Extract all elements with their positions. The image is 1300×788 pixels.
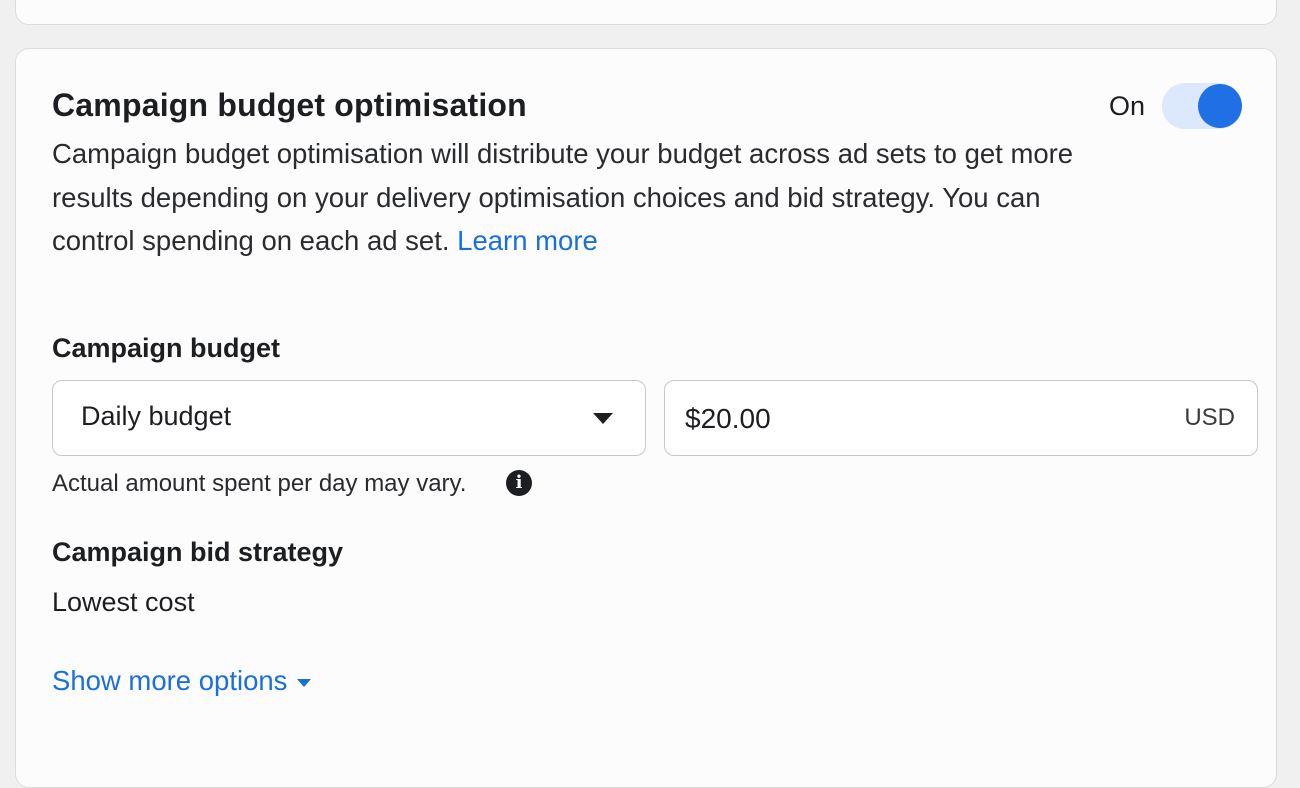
toggle-state-label: On xyxy=(1109,91,1146,121)
budget-type-dropdown[interactable]: Daily budget xyxy=(52,380,646,456)
currency-label: USD xyxy=(1184,404,1235,431)
section-title: Campaign budget optimisation xyxy=(52,87,527,123)
budget-amount-input[interactable] xyxy=(685,399,1105,439)
campaign-budget-label: Campaign budget xyxy=(52,333,280,363)
bid-strategy-label: Campaign bid strategy xyxy=(52,537,344,567)
bid-strategy-value: Lowest cost xyxy=(52,587,195,617)
budget-amount-field[interactable]: USD xyxy=(664,380,1258,456)
previous-section-card xyxy=(15,0,1277,25)
show-more-options-link[interactable]: Show more options xyxy=(52,665,312,697)
learn-more-link[interactable]: Learn more xyxy=(457,225,598,256)
cbo-toggle[interactable] xyxy=(1162,83,1242,129)
toggle-knob xyxy=(1198,84,1242,128)
info-icon[interactable]: i xyxy=(506,470,532,496)
campaign-budget-optimisation-card: Campaign budget optimisation On Campaign… xyxy=(15,48,1277,788)
budget-type-value: Daily budget xyxy=(81,401,232,431)
budget-hint: Actual amount spent per day may vary. xyxy=(52,470,467,497)
show-more-label: Show more options xyxy=(52,665,288,696)
section-description: Campaign budget optimisation will distri… xyxy=(52,132,1092,263)
chevron-down-icon xyxy=(593,413,613,424)
caret-down-icon xyxy=(297,679,312,687)
